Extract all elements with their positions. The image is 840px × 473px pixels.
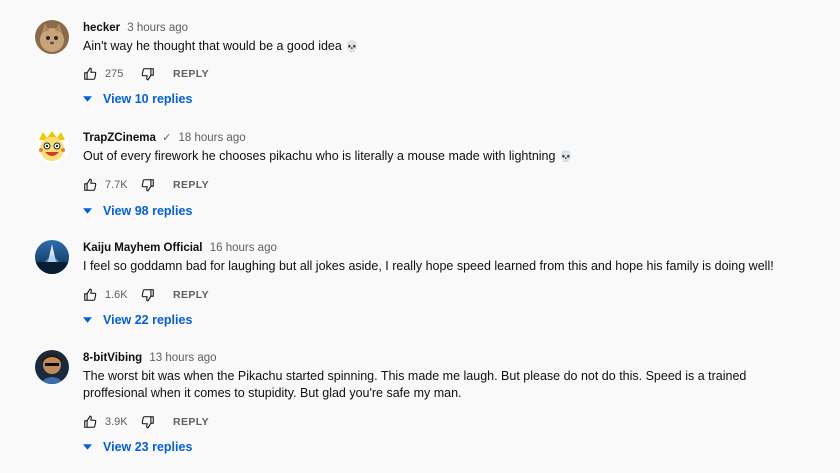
author-name[interactable]: Kaiju Mayhem Official [83, 242, 203, 254]
comment-text: Ain't way he thought that would be a goo… [83, 38, 800, 56]
avatar[interactable] [35, 130, 69, 164]
author-name[interactable]: TrapZCinema [83, 132, 156, 144]
comment-body: Kaiju Mayhem Official 16 hours ago I fee… [83, 240, 800, 327]
avatar[interactable] [35, 350, 69, 384]
comment-actions: 7.7K REPLY [83, 176, 209, 194]
view-replies-button[interactable]: View 23 replies [83, 438, 192, 456]
timestamp[interactable]: 3 hours ago [127, 22, 188, 34]
comment-text-content: I feel so goddamn bad for laughing but a… [83, 259, 774, 273]
comment-header: TrapZCinema ✓ 18 hours ago [83, 130, 800, 146]
view-replies-button[interactable]: View 98 replies [83, 202, 192, 220]
skull-emoji: 💀 [345, 41, 360, 53]
comment-text-content: Ain't way he thought that would be a goo… [83, 39, 342, 53]
like-icon[interactable] [83, 288, 97, 302]
comment-text: Out of every firework he chooses pikachu… [83, 148, 800, 166]
comment-header: 8-bitVibing 13 hours ago [83, 350, 800, 366]
caret-down-icon [83, 444, 92, 450]
like-icon[interactable] [83, 67, 97, 81]
dislike-icon[interactable] [141, 178, 155, 192]
monster-avatar-icon [35, 240, 69, 274]
dislike-icon[interactable] [141, 288, 155, 302]
timestamp[interactable]: 13 hours ago [149, 352, 216, 364]
caret-down-icon [83, 96, 92, 102]
reply-button[interactable]: REPLY [173, 416, 209, 428]
view-replies-label: View 22 replies [103, 313, 193, 327]
reply-button[interactable]: REPLY [173, 68, 209, 80]
comment-header: Kaiju Mayhem Official 16 hours ago [83, 240, 800, 256]
view-replies-label: View 98 replies [103, 204, 193, 218]
cartoon-face-avatar-icon [35, 130, 69, 164]
author-name[interactable]: hecker [83, 22, 120, 34]
comment-actions: 275 REPLY [83, 65, 209, 83]
comment-body: 8-bitVibing 13 hours ago The worst bit w… [83, 350, 800, 454]
comment-body: hecker 3 hours ago Ain't way he thought … [83, 20, 800, 106]
like-count: 7.7K [105, 179, 128, 191]
comment-text: The worst bit was when the Pikachu start… [83, 368, 800, 402]
comment-body: TrapZCinema ✓ 18 hours ago Out of every … [83, 130, 800, 218]
comment-actions: 1.6K REPLY [83, 286, 209, 304]
comment-text-content: The worst bit was when the Pikachu start… [83, 369, 747, 400]
comment-actions: 3.9K REPLY [83, 413, 209, 431]
caret-down-icon [83, 317, 92, 323]
like-icon[interactable] [83, 178, 97, 192]
like-icon[interactable] [83, 415, 97, 429]
view-replies-button[interactable]: View 10 replies [83, 90, 192, 108]
like-count: 1.6K [105, 289, 128, 301]
avatar[interactable] [35, 240, 69, 274]
timestamp[interactable]: 16 hours ago [210, 242, 277, 254]
avatar[interactable] [35, 20, 69, 54]
dislike-icon[interactable] [141, 67, 155, 81]
view-replies-label: View 10 replies [103, 92, 193, 106]
cat-avatar-icon [35, 20, 69, 54]
timestamp[interactable]: 18 hours ago [178, 132, 245, 144]
dislike-icon[interactable] [141, 415, 155, 429]
like-count: 275 [105, 68, 124, 80]
comment-text-content: Out of every firework he chooses pikachu… [83, 149, 556, 163]
view-replies-label: View 23 replies [103, 440, 193, 454]
person-avatar-icon [35, 350, 69, 384]
comment-text: I feel so goddamn bad for laughing but a… [83, 258, 800, 275]
reply-button[interactable]: REPLY [173, 179, 209, 191]
caret-down-icon [83, 208, 92, 214]
verified-icon: ✓ [162, 132, 172, 144]
skull-emoji: 💀 [558, 151, 573, 163]
like-count: 3.9K [105, 416, 128, 428]
reply-button[interactable]: REPLY [173, 289, 209, 301]
author-name[interactable]: 8-bitVibing [83, 352, 142, 364]
comment-header: hecker 3 hours ago [83, 20, 800, 36]
view-replies-button[interactable]: View 22 replies [83, 311, 192, 329]
